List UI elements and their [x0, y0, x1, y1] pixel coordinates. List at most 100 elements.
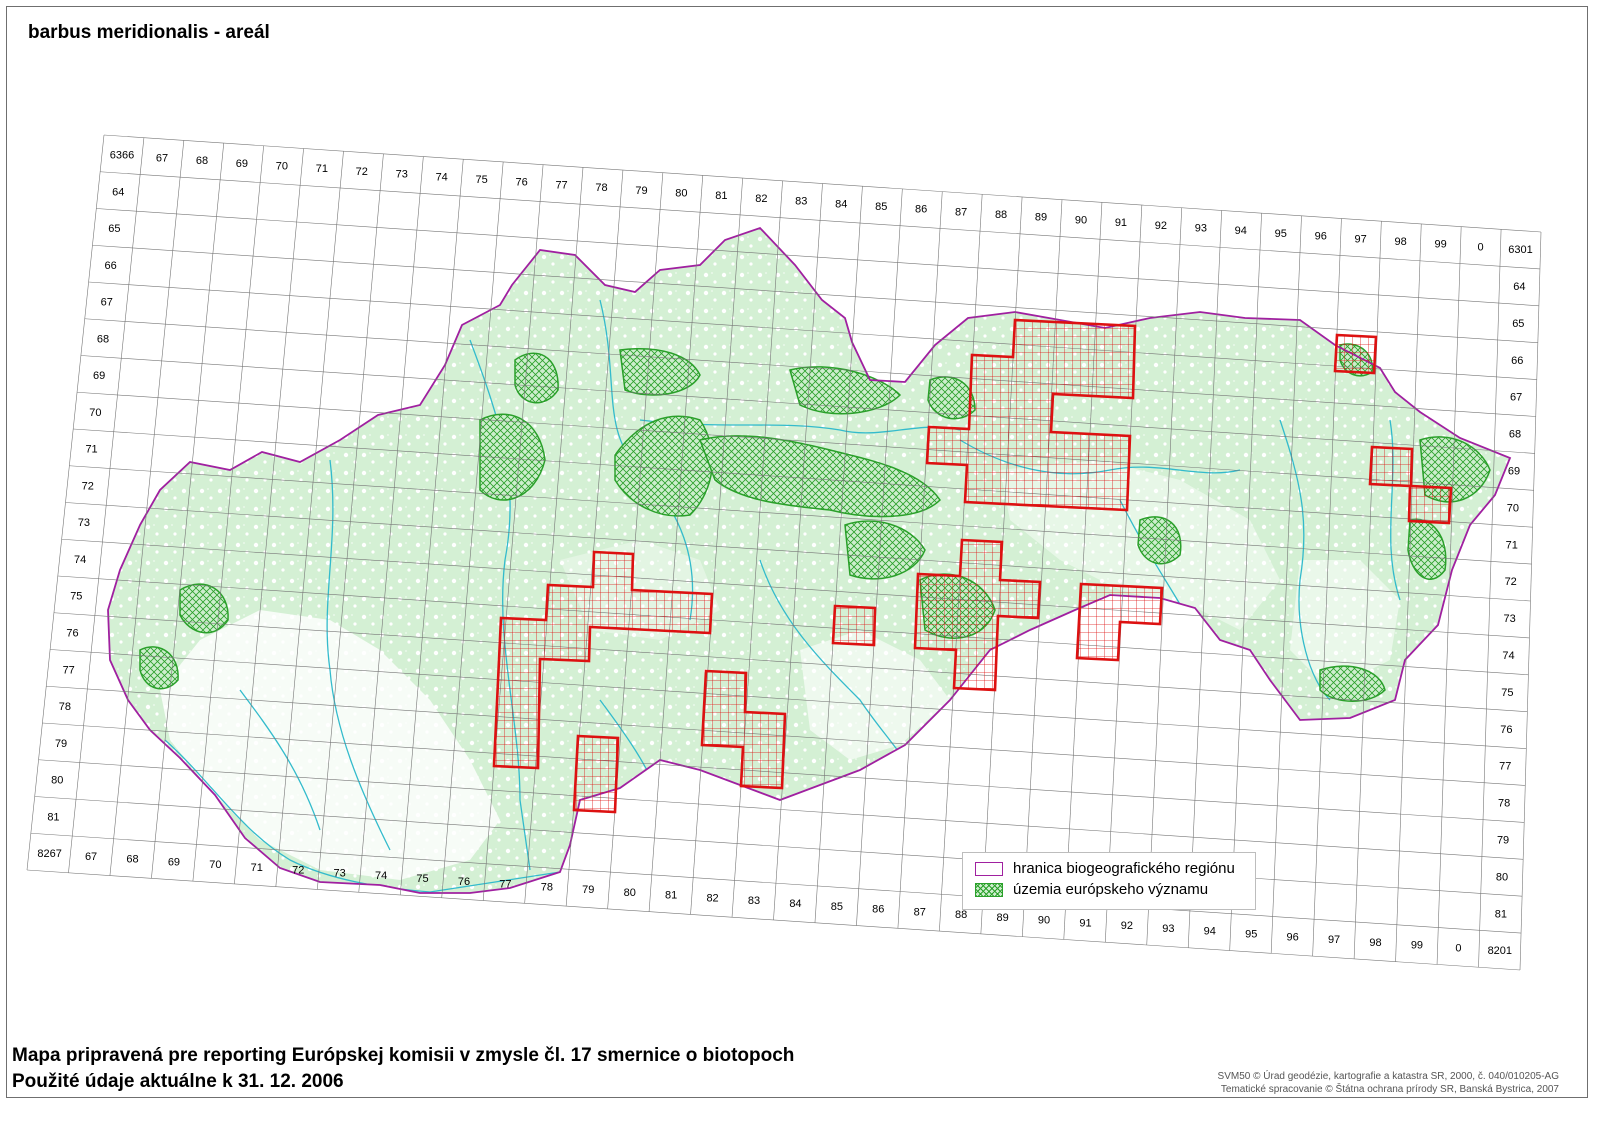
grid-label-bottom: 91: [1079, 917, 1091, 929]
grid-line-horizontal: [96, 208, 1539, 307]
footer-date: Použité údaje aktuálne k 31. 12. 2006: [12, 1071, 344, 1092]
grid-label-left: 72: [82, 480, 94, 492]
grid-label-left: 73: [78, 517, 90, 529]
grid-label-top: 72: [356, 166, 368, 178]
grid-label-top: 84: [835, 198, 847, 210]
distribution-map: 6366 67 68 69 70 71 72 73 74 75 76 77 78 79 80 81 82 83 84…: [26, 134, 1542, 971]
grid-label-right: 67: [1510, 392, 1522, 404]
grid-label-right: 77: [1499, 761, 1511, 773]
grid-label-right: 68: [1509, 429, 1521, 441]
grid-label-right: 72: [1505, 576, 1517, 588]
legend-item-sci-sites: územia európskeho významu: [975, 881, 1208, 898]
grid-label-bottom: 83: [748, 895, 760, 907]
grid-label-left: 77: [63, 664, 75, 676]
grid-label-top: 97: [1355, 233, 1367, 245]
grid-label-left: 71: [85, 444, 97, 456]
grid-label-left: 65: [108, 223, 120, 235]
grid-label-bottom: 0: [1455, 942, 1461, 954]
map-title: barbus meridionalis - areál: [28, 22, 270, 43]
grid-label-bottom: 82: [706, 892, 718, 904]
grid-label-left: 78: [59, 701, 71, 713]
credit-geodesy: SVM50 © Úrad geodézie, kartografie a kat…: [1217, 1071, 1559, 1082]
grid-label-bottom: 72: [292, 865, 304, 877]
grid-label-bottom: 68: [126, 854, 138, 866]
grid-label-bottom: 87: [914, 906, 926, 918]
grid-label-bottom: 76: [458, 876, 470, 888]
grid-label-right: 69: [1508, 465, 1520, 477]
grid-label-bottom: 85: [831, 901, 843, 913]
grid-label-bottom: 70: [209, 859, 221, 871]
grid-label-top: 90: [1075, 214, 1087, 226]
grid-label-top: 77: [555, 179, 567, 191]
grid-label-top: 75: [476, 174, 488, 186]
grid-label-right: 81: [1495, 908, 1507, 920]
grid-label-left: 67: [101, 297, 113, 309]
grid-label-top: 0: [1477, 241, 1483, 253]
grid-label-right: 66: [1511, 355, 1523, 367]
grid-label-bottom: 90: [1038, 915, 1050, 927]
grid-label-left: 68: [97, 333, 109, 345]
grid-label-bottom: 79: [582, 884, 594, 896]
grid-label-top: 74: [436, 171, 448, 183]
grid-label-left: 64: [112, 186, 124, 198]
grid-label-top: 91: [1115, 217, 1127, 229]
grid-label-bottom: 96: [1287, 931, 1299, 943]
grid-label-right: 75: [1501, 687, 1513, 699]
grid-label-bottom: 93: [1162, 923, 1174, 935]
grid-label-bottom: 77: [499, 879, 511, 891]
grid-label-bottom: 95: [1245, 929, 1257, 941]
credit-thematic: Tematické spracovanie © Štátna ochrana p…: [1220, 1084, 1559, 1095]
grid-label-bottom: 94: [1204, 926, 1216, 938]
grid-label-right: 80: [1496, 871, 1508, 883]
grid-label-right: 65: [1512, 318, 1524, 330]
grid-label-top: 81: [715, 190, 727, 202]
grid-label-top: 93: [1195, 223, 1207, 235]
grid-label-bottom: 89: [996, 912, 1008, 924]
legend-item-region-border: hranica biogeografického regiónu: [975, 860, 1235, 877]
grid-label-top: 82: [755, 193, 767, 205]
legend-label: územia európskeho významu: [1013, 881, 1209, 898]
grid-label-left: 74: [74, 554, 86, 566]
grid-label-top: 69: [236, 158, 248, 170]
grid-label-bottom: 75: [416, 873, 428, 885]
grid-label-left: 80: [51, 775, 63, 787]
grid-label-bottom: 99: [1411, 940, 1423, 952]
grid-label-bottom: 8201: [1488, 945, 1512, 957]
grid-label-bottom: 92: [1121, 920, 1133, 932]
grid-label-top: 89: [1035, 212, 1047, 224]
region-border-swatch-icon: [975, 861, 1003, 876]
grid-label-right: 78: [1498, 798, 1510, 810]
grid-label-bottom: 81: [665, 890, 677, 902]
footer-description: Mapa pripravená pre reporting Európskej …: [12, 1045, 795, 1066]
grid-label-top: 6301: [1508, 244, 1532, 256]
grid-label-bottom: 71: [251, 862, 263, 874]
grid-label-bottom: 8267: [37, 848, 61, 860]
grid-label-top: 67: [156, 152, 168, 164]
grid-label-right: 70: [1507, 502, 1519, 514]
grid-label-bottom: 67: [85, 851, 97, 863]
grid-label-bottom: 88: [955, 909, 967, 921]
grid-label-right: 76: [1500, 724, 1512, 736]
grid-line-horizontal: [103, 134, 1542, 233]
grid-label-top: 85: [875, 201, 887, 213]
legend-label: hranica biogeografického regiónu: [1013, 860, 1235, 877]
grid-label-top: 94: [1235, 225, 1247, 237]
grid-label-left: 75: [70, 591, 82, 603]
grid-label-left: 69: [93, 370, 105, 382]
grid-label-left: 70: [89, 407, 101, 419]
grid-label-top: 95: [1275, 228, 1287, 240]
grid-label-left: 81: [47, 811, 59, 823]
grid-label-top: 86: [915, 204, 927, 216]
grid-label-left: 66: [104, 260, 116, 272]
grid-label-top: 71: [316, 163, 328, 175]
grid-label-top: 73: [396, 169, 408, 181]
grid-label-top: 96: [1315, 231, 1327, 243]
grid-label-bottom: 86: [872, 904, 884, 916]
grid-label-top: 99: [1434, 239, 1446, 251]
territory: [108, 228, 1510, 893]
grid-label-left: 76: [66, 628, 78, 640]
grid-label-bottom: 80: [624, 887, 636, 899]
grid-label-top: 78: [595, 182, 607, 194]
grid-label-left: 79: [55, 738, 67, 750]
grid-label-top: 83: [795, 196, 807, 208]
